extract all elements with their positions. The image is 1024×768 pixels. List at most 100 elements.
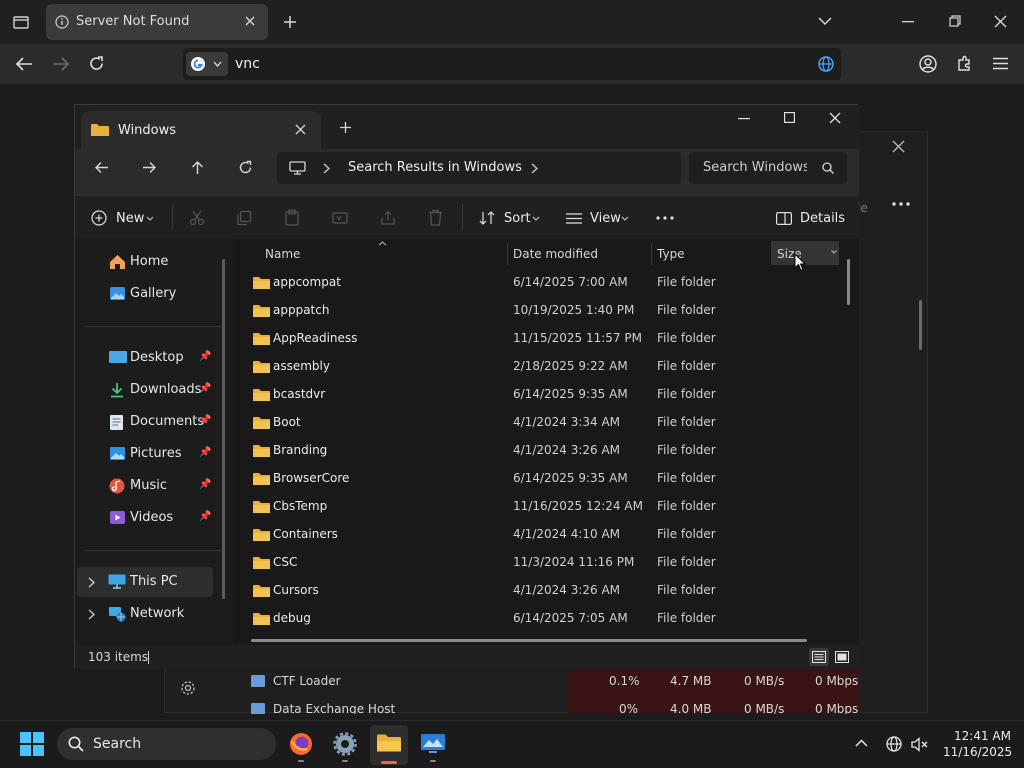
volume-muted-icon[interactable]	[911, 737, 928, 752]
new-button[interactable]: New	[87, 207, 159, 229]
paste-icon[interactable]	[284, 209, 300, 226]
start-windows-icon[interactable]	[20, 732, 44, 756]
file-row[interactable]: debug 6/14/2025 7:05 AM File folder	[239, 605, 839, 633]
chevron-right-icon[interactable]	[531, 163, 538, 174]
sidebar-item-desktop[interactable]: Desktop 📌	[83, 343, 213, 373]
column-header-type[interactable]: Type	[657, 247, 685, 261]
forward-arrow-icon[interactable]	[142, 161, 157, 174]
copy-icon[interactable]	[236, 210, 252, 226]
column-divider[interactable]	[507, 243, 508, 265]
cut-icon[interactable]	[189, 210, 205, 226]
file-row[interactable]: CSC 11/3/2024 11:16 PM File folder	[239, 549, 839, 577]
file-row[interactable]: Branding 4/1/2024 3:26 AM File folder	[239, 437, 839, 465]
file-row[interactable]: apppatch 10/19/2025 1:40 PM File folder	[239, 297, 839, 325]
sidebar-item-pictures[interactable]: Pictures 📌	[83, 439, 213, 469]
file-row[interactable]: CbsTemp 11/16/2025 12:24 AM File folder	[239, 493, 839, 521]
details-view-button[interactable]	[809, 648, 829, 666]
sidebar-item-gallery[interactable]: Gallery	[83, 279, 213, 309]
forward-arrow-icon[interactable]	[52, 56, 70, 72]
process-row[interactable]: Data Exchange Host 0% 4.0 MB 0 MB/s 0 Mb…	[165, 696, 929, 714]
settings-gear-icon[interactable]	[333, 732, 357, 756]
view-button[interactable]: View	[564, 207, 634, 229]
close-window-icon[interactable]	[829, 112, 841, 124]
new-tab-icon[interactable]	[339, 121, 352, 134]
taskbar-explorer-button[interactable]	[370, 725, 408, 765]
sidebar-item-this-pc[interactable]: This PC	[77, 567, 213, 597]
pin-icon[interactable]: 📌	[199, 383, 211, 394]
file-row[interactable]: Cursors 4/1/2024 3:26 AM File folder	[239, 577, 839, 605]
rename-icon[interactable]	[332, 210, 348, 226]
address-bar[interactable]	[183, 48, 841, 80]
file-row[interactable]: Boot 4/1/2024 3:34 AM File folder	[239, 409, 839, 437]
back-arrow-icon[interactable]	[94, 161, 109, 174]
up-arrow-icon[interactable]	[191, 160, 204, 175]
sidebar-item-network[interactable]: Network	[77, 599, 213, 629]
restore-icon[interactable]	[949, 15, 961, 27]
pin-icon[interactable]: 📌	[199, 511, 211, 522]
chevron-right-icon[interactable]	[88, 609, 95, 620]
chevron-down-icon[interactable]	[818, 16, 832, 26]
file-row[interactable]: bcastdvr 6/14/2025 9:35 AM File folder	[239, 381, 839, 409]
vertical-scrollbar-thumb[interactable]	[847, 259, 850, 305]
sidebar-scrollbar[interactable]	[222, 259, 225, 599]
process-row[interactable]: CTF Loader 0.1% 4.7 MB 0 MB/s 0 Mbps	[165, 668, 929, 696]
network-globe-icon[interactable]	[886, 736, 902, 752]
column-header-date[interactable]: Date modified	[513, 247, 598, 261]
search-box[interactable]: Search Windows	[689, 152, 847, 184]
new-tab-icon[interactable]	[282, 14, 298, 30]
file-row[interactable]: appcompat 6/14/2025 7:00 AM File folder	[239, 269, 839, 297]
file-row[interactable]: Containers 4/1/2024 4:10 AM File folder	[239, 521, 839, 549]
sidebar-item-downloads[interactable]: Downloads 📌	[83, 375, 213, 405]
taskbar-search[interactable]: Search	[57, 728, 276, 760]
address-text[interactable]: vnc	[235, 56, 260, 72]
breadcrumb[interactable]: Search Results in Windows	[277, 152, 681, 184]
tiles-view-icon[interactable]	[835, 651, 849, 663]
close-tab-icon[interactable]	[244, 15, 256, 27]
file-row[interactable]: AppReadiness 11/15/2025 11:57 PM File fold…	[239, 325, 839, 353]
reload-icon[interactable]	[88, 55, 105, 72]
file-row[interactable]: assembly 2/18/2025 9:22 AM File folder	[239, 353, 839, 381]
close-icon[interactable]	[892, 140, 905, 153]
sidebar-item-music[interactable]: Music 📌	[83, 471, 213, 501]
sidebar-item-documents[interactable]: Documents 📌	[83, 407, 213, 437]
more-options-icon[interactable]	[892, 202, 910, 206]
delete-icon[interactable]	[428, 209, 443, 226]
firefox-icon[interactable]	[289, 732, 313, 756]
chevron-right-icon[interactable]	[88, 577, 95, 588]
tab-actions-icon[interactable]	[12, 13, 30, 31]
remote-desktop-icon[interactable]	[420, 733, 446, 755]
account-icon[interactable]	[919, 55, 937, 73]
taskbar-time[interactable]: 12:41 AM	[954, 729, 1011, 743]
pin-icon[interactable]: 📌	[199, 415, 211, 426]
back-arrow-icon[interactable]	[15, 56, 33, 72]
sort-button[interactable]: Sort	[477, 207, 543, 229]
more-options-icon[interactable]	[656, 216, 674, 220]
minimize-icon[interactable]	[738, 118, 750, 120]
sidebar-item-videos[interactable]: Videos 📌	[83, 503, 213, 533]
pin-icon[interactable]: 📌	[199, 447, 211, 458]
minimize-icon[interactable]	[902, 21, 914, 23]
extensions-icon[interactable]	[956, 55, 973, 72]
file-row[interactable]: BrowserCore 6/14/2025 9:35 AM File folder	[239, 465, 839, 493]
column-divider[interactable]	[651, 243, 652, 265]
taskbar-date[interactable]: 11/16/2025	[943, 745, 1012, 759]
share-icon[interactable]	[380, 210, 396, 226]
refresh-icon[interactable]	[238, 160, 253, 175]
pin-icon[interactable]: 📌	[199, 351, 211, 362]
horizontal-scrollbar-thumb[interactable]	[251, 639, 807, 642]
pin-icon[interactable]: 📌	[199, 479, 211, 490]
search-icon[interactable]	[822, 162, 834, 174]
breadcrumb-location[interactable]: Search Results in Windows	[348, 160, 522, 175]
explorer-tab[interactable]: Windows	[81, 111, 321, 149]
maximize-icon[interactable]	[784, 112, 795, 123]
browser-tab[interactable]: Server Not Found	[46, 4, 268, 40]
scrollbar-thumb[interactable]	[919, 300, 922, 350]
details-pane-button[interactable]: Details	[775, 207, 845, 229]
menu-icon[interactable]	[993, 57, 1008, 70]
close-tab-icon[interactable]	[295, 124, 306, 135]
column-header-name[interactable]: Name	[265, 247, 300, 261]
sidebar-item-home[interactable]: Home	[83, 247, 213, 277]
chevron-up-icon[interactable]	[855, 739, 868, 747]
close-window-icon[interactable]	[994, 15, 1007, 28]
search-engine-button[interactable]	[186, 52, 228, 76]
